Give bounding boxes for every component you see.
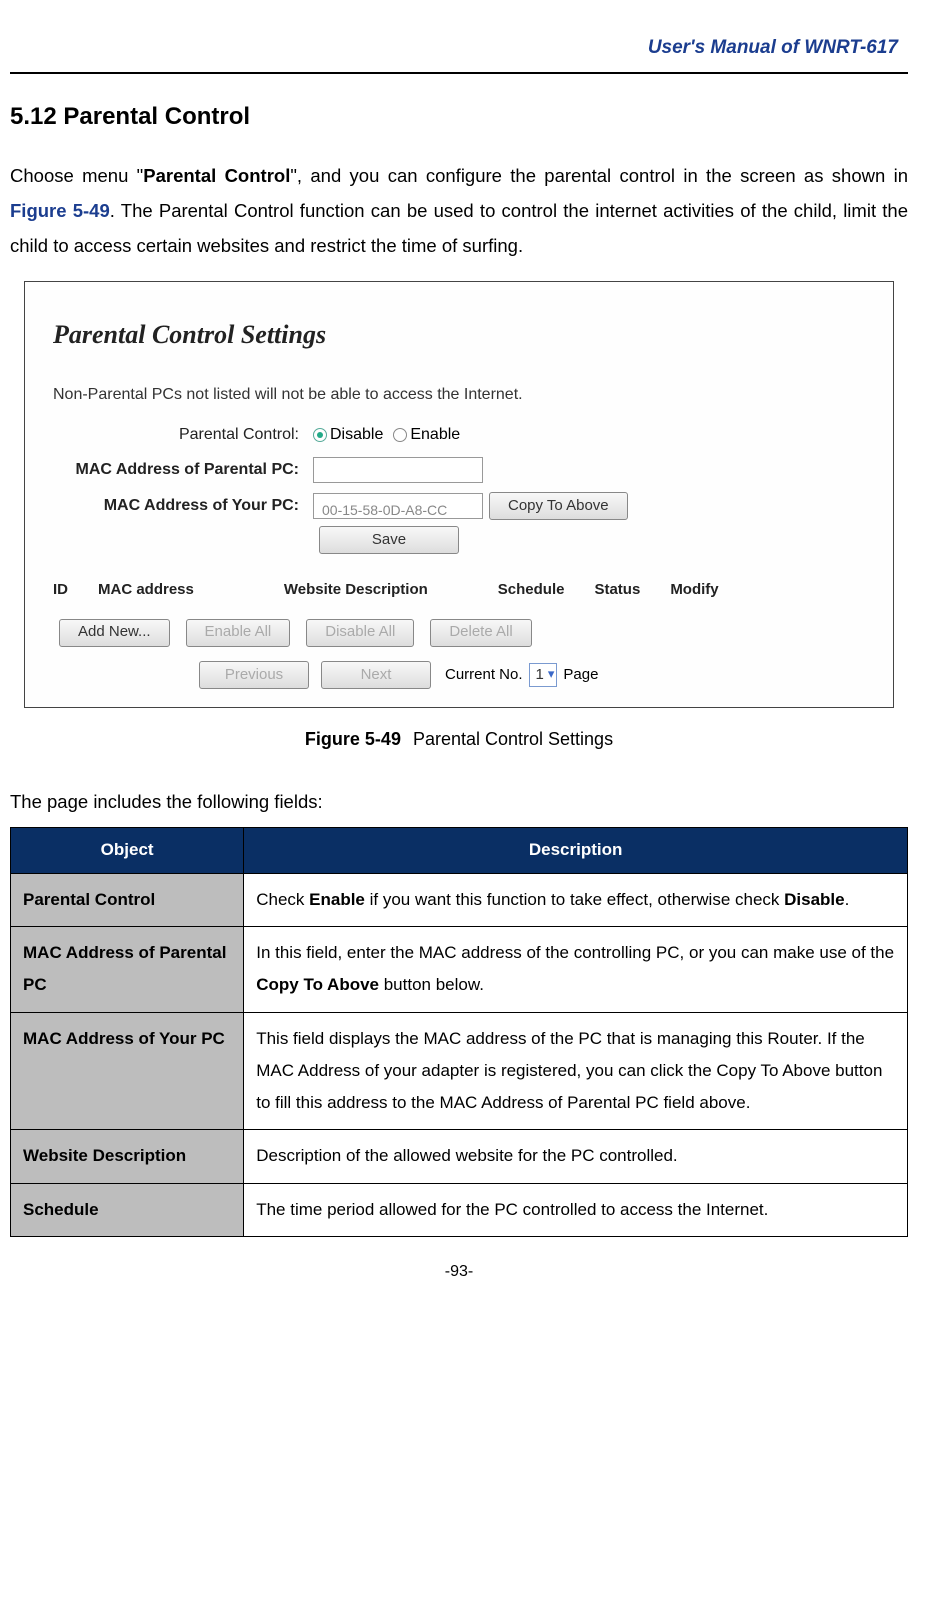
figure-reference[interactable]: Figure 5-49 (10, 200, 110, 221)
header-rule (10, 72, 908, 74)
add-new-button[interactable]: Add New... (59, 619, 170, 647)
current-no-label: Current No. (445, 661, 523, 690)
intro-post: . The Parental Control function can be u… (10, 200, 908, 256)
desc-cell: Description of the allowed website for t… (244, 1130, 908, 1183)
current-no-select[interactable]: 1 ▾ (529, 663, 558, 687)
desc-cell: Check Enable if you want this function t… (244, 873, 908, 926)
label-mac-your: MAC Address of Your PC: (53, 491, 313, 521)
radio-dot-selected-icon (313, 428, 327, 442)
obj-cell: Website Description (11, 1130, 244, 1183)
col-schedule: Schedule (498, 576, 565, 605)
previous-button[interactable]: Previous (199, 661, 309, 689)
pagination-row: Previous Next Current No. 1 ▾ Page (53, 661, 877, 690)
figure-frame: Parental Control Settings Non-Parental P… (24, 281, 894, 708)
enable-all-button[interactable]: Enable All (186, 619, 291, 647)
save-button[interactable]: Save (319, 526, 459, 554)
table-row: Schedule The time period allowed for the… (11, 1183, 908, 1236)
table-row: Website Description Description of the a… (11, 1130, 908, 1183)
radio-disable[interactable]: Disable (313, 420, 383, 450)
action-bar: Add New... Enable All Disable All Delete… (53, 619, 877, 647)
table-row: MAC Address of Your PC This field displa… (11, 1012, 908, 1130)
t0-pre: Check (256, 890, 309, 909)
input-mac-your[interactable]: 00-15-58-0D-A8-CC (313, 493, 483, 519)
t1-pre: In this field, enter the MAC address of … (256, 943, 894, 962)
th-object: Object (11, 828, 244, 873)
radio-enable-label: Enable (410, 426, 460, 443)
current-no-value: 1 (536, 661, 544, 690)
page-suffix: Page (563, 661, 598, 690)
t0-mid: if you want this function to take effect… (365, 890, 784, 909)
t0-b2: Disable (784, 890, 844, 909)
t1-b1: Copy To Above (256, 975, 379, 994)
disable-all-button[interactable]: Disable All (306, 619, 414, 647)
th-description: Description (244, 828, 908, 873)
desc-cell: In this field, enter the MAC address of … (244, 926, 908, 1012)
radio-enable[interactable]: Enable (393, 420, 460, 450)
next-button[interactable]: Next (321, 661, 431, 689)
label-parental-control: Parental Control: (53, 420, 313, 450)
radio-dot-empty-icon (393, 428, 407, 442)
obj-cell: MAC Address of Your PC (11, 1012, 244, 1130)
list-header: ID MAC address Website Description Sched… (53, 576, 877, 605)
t0-b1: Enable (309, 890, 365, 909)
page-number: -93- (10, 1257, 908, 1287)
intro-pre: Choose menu " (10, 165, 143, 186)
t1-post: button below. (379, 975, 484, 994)
copy-to-above-button[interactable]: Copy To Above (489, 492, 628, 520)
header-product: User's Manual of WNRT-617 (10, 30, 908, 66)
table-row: Parental Control Check Enable if you wan… (11, 873, 908, 926)
radio-disable-label: Disable (330, 426, 383, 443)
col-id: ID (53, 576, 68, 605)
obj-cell: Parental Control (11, 873, 244, 926)
col-mac: MAC address (98, 576, 194, 605)
section-title: 5.12 Parental Control (10, 94, 908, 140)
figure-caption: Figure 5-49 Parental Control Settings (10, 722, 908, 756)
col-status: Status (594, 576, 640, 605)
desc-cell: This field displays the MAC address of t… (244, 1012, 908, 1130)
figure-caption-label: Figure 5-49 (305, 729, 401, 749)
intro-bold: Parental Control (143, 165, 290, 186)
intro-mid: ", and you can configure the parental co… (290, 165, 908, 186)
radio-group-parental: Disable Enable (313, 420, 460, 450)
label-mac-parental: MAC Address of Parental PC: (53, 455, 313, 485)
intro-paragraph: Choose menu "Parental Control", and you … (10, 158, 908, 263)
figure-title: Parental Control Settings (53, 310, 877, 359)
table-row: MAC Address of Parental PC In this field… (11, 926, 908, 1012)
col-website: Website Description (284, 576, 428, 605)
obj-cell: Schedule (11, 1183, 244, 1236)
t0-post: . (845, 890, 850, 909)
fields-intro: The page includes the following fields: (10, 784, 908, 819)
figure-caption-text: Parental Control Settings (413, 729, 613, 749)
delete-all-button[interactable]: Delete All (430, 619, 531, 647)
col-modify: Modify (670, 576, 718, 605)
input-mac-parental[interactable] (313, 457, 483, 483)
description-table: Object Description Parental Control Chec… (10, 827, 908, 1237)
desc-cell: The time period allowed for the PC contr… (244, 1183, 908, 1236)
chevron-down-icon: ▾ (548, 662, 555, 687)
obj-cell: MAC Address of Parental PC (11, 926, 244, 1012)
figure-note: Non-Parental PCs not listed will not be … (53, 380, 877, 410)
